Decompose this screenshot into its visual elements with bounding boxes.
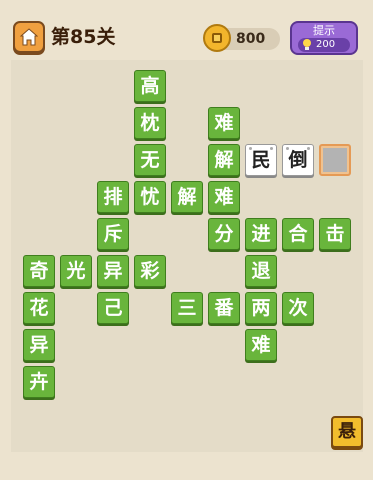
puzzle-tile[interactable]: 无 — [134, 144, 166, 176]
hint-label: 提示 — [313, 24, 335, 37]
empty-answer-slot[interactable] — [319, 144, 351, 176]
puzzle-tile[interactable]: 卉 — [23, 366, 55, 398]
puzzle-tile[interactable]: 分 — [208, 218, 240, 250]
puzzle-tile[interactable]: 次 — [282, 292, 314, 324]
coin-count: 800 — [236, 31, 266, 47]
hint-button[interactable]: 提示 200 — [290, 21, 358, 55]
puzzle-tile[interactable]: 番 — [208, 292, 240, 324]
puzzle-tile[interactable]: 己 — [97, 292, 129, 324]
puzzle-tile[interactable]: 解 — [208, 144, 240, 176]
puzzle-tile[interactable]: 两 — [245, 292, 277, 324]
puzzle-tile[interactable]: 三 — [171, 292, 203, 324]
puzzle-tile[interactable]: 难 — [208, 181, 240, 213]
lightbulb-icon — [303, 39, 311, 50]
puzzle-tile[interactable]: 高 — [134, 70, 166, 102]
puzzle-tile[interactable]: 合 — [282, 218, 314, 250]
puzzle-tile[interactable]: 排 — [97, 181, 129, 213]
home-button[interactable] — [13, 21, 45, 53]
puzzle-tile[interactable]: 击 — [319, 218, 351, 250]
puzzle-tile[interactable]: 斥 — [97, 218, 129, 250]
puzzle-tile[interactable]: 退 — [245, 255, 277, 287]
puzzle-tile[interactable]: 忧 — [134, 181, 166, 213]
hint-count: 200 — [316, 39, 336, 50]
puzzle-tile[interactable]: 难 — [245, 329, 277, 361]
puzzle-tile[interactable]: 异 — [97, 255, 129, 287]
puzzle-tile[interactable]: 枕 — [134, 107, 166, 139]
puzzle-tile[interactable]: 光 — [60, 255, 92, 287]
puzzle-tile[interactable]: 奇 — [23, 255, 55, 287]
puzzle-tile[interactable]: 彩 — [134, 255, 166, 287]
hint-cost: 200 — [298, 38, 350, 52]
house-icon — [20, 28, 38, 46]
puzzle-tile[interactable]: 难 — [208, 107, 240, 139]
puzzle-tile[interactable]: 异 — [23, 329, 55, 361]
coin-icon — [203, 24, 231, 52]
selected-tile[interactable]: 民 — [245, 144, 277, 176]
selected-tile[interactable]: 倒 — [282, 144, 314, 176]
top-bar: 第85关 800 提示 200 — [0, 0, 373, 60]
hang-button[interactable]: 悬 — [331, 416, 363, 448]
puzzle-tile[interactable]: 解 — [171, 181, 203, 213]
puzzle-tile[interactable]: 进 — [245, 218, 277, 250]
puzzle-tile[interactable]: 花 — [23, 292, 55, 324]
level-title: 第85关 — [51, 26, 116, 48]
